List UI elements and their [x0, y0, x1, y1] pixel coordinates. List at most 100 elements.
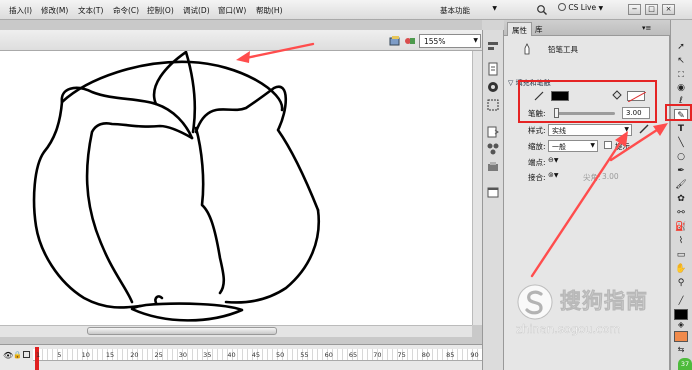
menu-modify[interactable]: 修改(M)	[41, 5, 68, 16]
hint-checkbox[interactable]	[604, 141, 612, 149]
tab-library[interactable]: 库	[531, 22, 547, 36]
frame-number: 65	[348, 351, 358, 359]
stroke-color-icon	[534, 91, 544, 101]
style-value: 实线	[552, 127, 566, 135]
frame-number: 80	[421, 351, 431, 359]
outline-icon[interactable]	[23, 351, 30, 358]
frame-number: 75	[397, 351, 406, 359]
menu-control[interactable]: 控制(O)	[147, 5, 174, 16]
edit-scene-icon[interactable]	[389, 35, 401, 47]
stroke-color-swatch[interactable]	[551, 91, 569, 101]
vertical-scrollbar[interactable]	[472, 51, 482, 325]
no-fill-icon	[628, 92, 646, 102]
flower-drawing	[32, 51, 321, 322]
transform-panel-icon[interactable]	[486, 98, 500, 112]
frame-number: 90	[470, 351, 479, 359]
frame-number: 1	[36, 351, 41, 359]
info-panel-icon[interactable]	[486, 62, 500, 76]
tool-name: 铅笔工具	[548, 45, 578, 54]
eye-icon[interactable]: 👁	[3, 351, 13, 360]
menu-help[interactable]: 帮助(H)	[256, 5, 283, 16]
frame-number: 50	[276, 351, 285, 359]
zoom-select[interactable]: 155% ▼	[419, 34, 481, 48]
tab-properties[interactable]: 属性	[507, 22, 532, 36]
free-transform-tool-icon[interactable]: ⛶	[674, 69, 688, 81]
join-select[interactable]: ⊚▼	[548, 171, 570, 182]
eraser-tool-icon[interactable]: ▭	[674, 249, 688, 261]
zoom-tool-icon[interactable]: ⚲	[674, 277, 688, 289]
hand-tool-icon[interactable]: ✋	[674, 263, 688, 275]
brush-tool-icon[interactable]: 🖌	[674, 179, 688, 191]
panel-menu-icon[interactable]: ▾≡	[642, 24, 651, 32]
color-panel-icon[interactable]	[486, 80, 500, 94]
scale-label: 缩放:	[528, 142, 546, 151]
inner-right-stroke	[194, 126, 226, 295]
menu-debug[interactable]: 调试(D)	[183, 5, 210, 16]
frame-number: 30	[178, 351, 188, 359]
deco-tool-icon[interactable]: ✿	[674, 193, 688, 205]
text-tool-icon[interactable]: T	[674, 123, 688, 135]
sogou-logo-icon	[517, 284, 553, 320]
cs-live-icon	[558, 3, 566, 11]
stroke-slider-handle[interactable]	[553, 108, 559, 118]
selection-tool-icon[interactable]: ➚	[674, 41, 688, 53]
code-snippets-icon[interactable]	[486, 125, 500, 139]
extension-badge: 37	[678, 358, 692, 370]
paint-bucket-tool-icon[interactable]: ⛽	[674, 221, 688, 233]
cap-select[interactable]: ⊖▼	[548, 156, 570, 167]
base-stroke	[130, 302, 244, 322]
frame-number: 45	[251, 351, 260, 359]
frame-number: 85	[446, 351, 455, 359]
stroke-slider[interactable]	[555, 112, 615, 115]
maximize-button[interactable]: □	[645, 4, 658, 15]
stem-stroke	[154, 295, 164, 305]
right-outline-stroke	[224, 208, 321, 304]
swap-colors-icon[interactable]: ⇆	[674, 344, 688, 356]
menu-text[interactable]: 文本(T)	[78, 5, 103, 16]
scale-select[interactable]: 一般 ▼	[548, 140, 598, 152]
frame-number: 25	[154, 351, 163, 359]
3d-rotation-tool-icon[interactable]: ◉	[674, 82, 688, 94]
watermark-url: zhinan.sogou.com	[516, 322, 621, 336]
pen-tool-icon[interactable]: ✒	[674, 165, 688, 177]
menu-insert[interactable]: 插入(I)	[9, 5, 32, 16]
components-icon[interactable]	[486, 142, 500, 156]
horizontal-scroll-thumb[interactable]	[87, 327, 277, 335]
chevron-down-icon: ▼	[473, 37, 478, 44]
frame-number: 5	[57, 351, 62, 359]
scale-value: 一般	[552, 143, 566, 151]
subselection-tool-icon[interactable]: ↖	[674, 55, 688, 67]
line-tool-icon[interactable]: ╲	[674, 137, 688, 149]
miter-label: 尖角:	[583, 173, 601, 182]
edit-symbol-icon[interactable]	[404, 35, 416, 47]
menu-commands[interactable]: 命令(C)	[113, 5, 139, 16]
canvas[interactable]	[0, 51, 472, 325]
search-icon[interactable]	[536, 4, 548, 16]
stroke-width-input[interactable]: 3.00	[622, 107, 650, 119]
motion-presets-icon[interactable]	[486, 160, 500, 174]
fill-color-swatch[interactable]	[627, 91, 646, 102]
close-button[interactable]: ×	[662, 4, 675, 15]
edit-stroke-style-icon[interactable]	[638, 123, 650, 135]
menu-window[interactable]: 窗口(W)	[218, 5, 246, 16]
library-panel-icon[interactable]	[486, 185, 500, 199]
minimize-button[interactable]: −	[628, 4, 641, 15]
cs-live-button[interactable]: CS Live ▼	[558, 3, 616, 17]
oval-tool-icon[interactable]: ○	[674, 151, 688, 163]
pencil-icon	[524, 43, 530, 55]
frame-number: 40	[227, 351, 236, 359]
pencil-tool-icon[interactable]: ✎	[674, 109, 688, 121]
bone-tool-icon[interactable]: ⚯	[674, 207, 688, 219]
lock-icon[interactable]: 🔒	[13, 351, 22, 359]
style-select[interactable]: 实线 ▼	[548, 124, 632, 136]
align-panel-icon[interactable]	[486, 40, 500, 54]
tools-fill-color[interactable]	[674, 331, 688, 342]
style-label: 样式:	[528, 126, 546, 135]
right-petal-stroke	[194, 85, 320, 212]
eyedropper-tool-icon[interactable]: ⌇	[674, 235, 688, 247]
frame-number: 15	[105, 351, 115, 359]
fill-stroke-section-toggle[interactable]: ▽ 填充和笔触	[508, 78, 551, 88]
lasso-tool-icon[interactable]: ℓ	[674, 95, 688, 107]
workspace-switcher[interactable]: 基本功能 ▼	[432, 3, 500, 17]
join-label: 接合:	[528, 173, 546, 182]
